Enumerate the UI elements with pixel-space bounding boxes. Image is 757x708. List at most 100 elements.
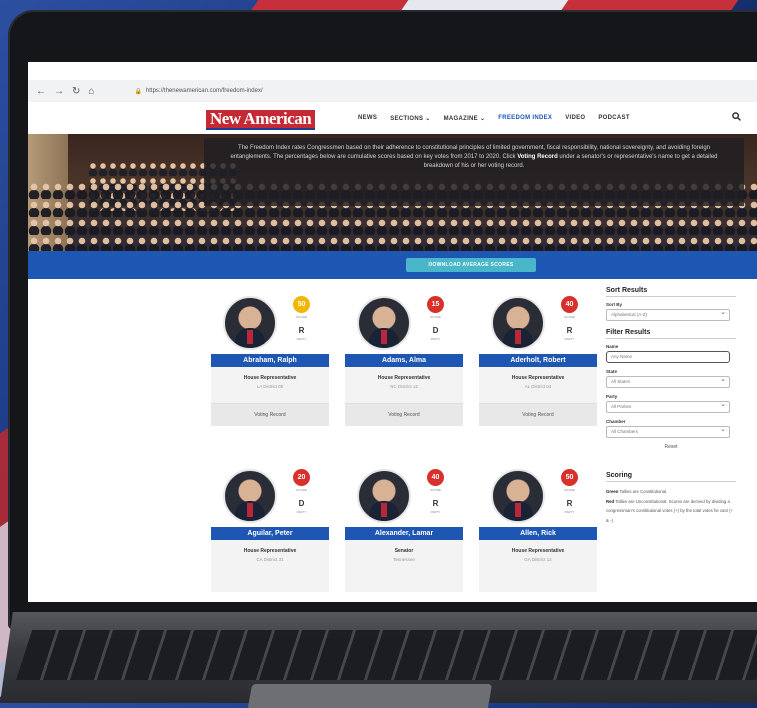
legislator-name[interactable]: Abraham, Ralph — [211, 354, 329, 367]
voting-record-button[interactable]: Voting Record — [345, 404, 463, 426]
chamber-label: Chamber — [606, 419, 626, 424]
nav-video[interactable]: VIDEO — [565, 115, 585, 122]
party-letter: R — [298, 326, 305, 335]
hero-banner: The Freedom Index rates Congressmen base… — [28, 134, 757, 251]
browser-toolbar: ← → ↻ ⌂ 🔒 https://thenewamerican.com/fre… — [28, 80, 757, 103]
legislator-district: GA District 12 — [524, 557, 552, 562]
avatar — [357, 469, 411, 523]
party-letter: R — [566, 326, 573, 335]
score-label: SCORE — [564, 315, 575, 319]
hero-text-bold: Voting Record — [517, 154, 558, 160]
scoring-heading: Scoring — [606, 472, 736, 482]
party-label: PARTY — [564, 337, 575, 341]
back-arrow-icon[interactable]: ← — [36, 86, 46, 97]
party-label: PARTY — [296, 337, 307, 341]
scoring-red-word: Red — [606, 498, 615, 504]
sort-by-label: Sort By — [606, 302, 623, 307]
party-label: PARTY — [430, 337, 441, 341]
party-letter: R — [432, 499, 439, 508]
nav-magazine[interactable]: MAGAZINE ⌄ — [444, 115, 486, 122]
sort-by-select[interactable]: Alphabetical (A-Z) — [606, 308, 730, 321]
site-logo[interactable]: New American — [206, 110, 316, 130]
legislator-name[interactable]: Allen, Rick — [479, 527, 597, 540]
score-label: SCORE — [430, 488, 441, 492]
legislator-name[interactable]: Aguilar, Peter — [211, 527, 329, 540]
forward-arrow-icon[interactable]: → — [54, 86, 64, 97]
legislator-role: House Representative — [377, 375, 431, 381]
home-icon[interactable]: ⌂ — [88, 86, 94, 97]
site-header: New American NEWS SECTIONS ⌄ MAGAZINE ⌄ … — [28, 102, 757, 134]
score-badge: 15 — [427, 296, 444, 313]
url-text: https://thenewamerican.com/freedom-index… — [145, 88, 263, 94]
party-letter: D — [432, 326, 439, 335]
legislator-role: House Representative — [511, 548, 565, 554]
avatar — [357, 296, 411, 350]
scoring-text-2: Tallies are Unconstitutional. Scores are… — [606, 498, 733, 523]
legislator-district: CA District 31 — [256, 557, 284, 562]
score-badge: 20 — [293, 469, 310, 486]
party-label: PARTY — [296, 510, 307, 514]
legislator-name[interactable]: Aderholt, Robert — [479, 354, 597, 367]
sort-results-heading: Sort Results — [606, 287, 736, 297]
filter-results-heading: Filter Results — [606, 329, 736, 339]
card-body: House Representative NC District 12 Voti… — [345, 367, 463, 426]
legislator-district: NC District 12 — [390, 384, 418, 389]
legislator-district: AL District 04 — [524, 384, 552, 389]
score-badge: 50 — [561, 469, 578, 486]
legislator-name[interactable]: Adams, Alma — [345, 354, 463, 367]
score-badge: 40 — [561, 296, 578, 313]
legislator-role: House Representative — [511, 375, 565, 381]
search-icon[interactable] — [732, 112, 741, 121]
voting-record-button[interactable]: Voting Record — [211, 404, 329, 426]
avatar — [223, 296, 277, 350]
nav-news[interactable]: NEWS — [358, 115, 377, 122]
party-letter: D — [298, 499, 305, 508]
reload-icon[interactable]: ↻ — [72, 86, 80, 97]
main-nav: NEWS SECTIONS ⌄ MAGAZINE ⌄ FREEDOM INDEX… — [358, 115, 630, 122]
action-bar: DOWNLOAD AVERAGE SCORES — [28, 251, 757, 279]
name-label: Name — [606, 344, 619, 349]
laptop-keys — [15, 630, 757, 680]
party-letter: R — [566, 499, 573, 508]
card-body: House Representative GA District 12 — [479, 540, 597, 592]
laptop-trackpad — [247, 684, 493, 708]
scoring-text-1: Tallies are Constitutional. — [618, 489, 668, 494]
scoring-green-word: Green — [606, 489, 619, 494]
party-filter-label: Party — [606, 394, 618, 399]
address-bar[interactable]: 🔒 https://thenewamerican.com/freedom-ind… — [134, 88, 262, 95]
score-label: SCORE — [296, 488, 307, 492]
filter-sidebar: Sort Results Sort By Alphabetical (A-Z) … — [606, 287, 736, 525]
chamber-select[interactable]: All Chambers — [606, 425, 730, 438]
name-input[interactable]: Any Name — [606, 351, 730, 363]
card-body: House Representative AL District 04 Voti… — [479, 367, 597, 426]
download-scores-button[interactable]: DOWNLOAD AVERAGE SCORES — [406, 258, 536, 272]
party-label: PARTY — [430, 510, 441, 514]
laptop-screen: ← → ↻ ⌂ 🔒 https://thenewamerican.com/fre… — [28, 62, 757, 602]
nav-podcast[interactable]: PODCAST — [598, 115, 629, 122]
state-select[interactable]: All States — [606, 375, 730, 388]
hero-description: The Freedom Index rates Congressmen base… — [204, 138, 744, 206]
lock-icon: 🔒 — [134, 88, 142, 95]
voting-record-button[interactable]: Voting Record — [479, 404, 597, 426]
avatar — [223, 469, 277, 523]
legislator-district: Tennessee — [393, 557, 415, 562]
legislator-role: House Representative — [243, 548, 297, 554]
card-body: House Representative LA District 05 Voti… — [211, 367, 329, 426]
nav-freedom-index[interactable]: FREEDOM INDEX — [498, 115, 552, 122]
legislator-role: House Representative — [243, 375, 297, 381]
score-badge: 40 — [427, 469, 444, 486]
party-select[interactable]: All Parties — [606, 400, 730, 413]
score-badge: 50 — [293, 296, 310, 313]
avatar — [491, 296, 545, 350]
score-label: SCORE — [564, 488, 575, 492]
legislator-role: Senator — [394, 548, 414, 554]
scoring-description: Green Tallies are Constitutional. Red Ta… — [606, 487, 736, 525]
state-label: State — [606, 369, 618, 374]
card-body: Senator Tennessee — [345, 540, 463, 592]
legislator-name[interactable]: Alexander, Lamar — [345, 527, 463, 540]
score-label: SCORE — [296, 315, 307, 319]
card-body: House Representative CA District 31 — [211, 540, 329, 592]
reset-button[interactable]: Reset — [606, 444, 736, 450]
nav-sections[interactable]: SECTIONS ⌄ — [390, 115, 430, 122]
legislator-district: LA District 05 — [256, 384, 284, 389]
